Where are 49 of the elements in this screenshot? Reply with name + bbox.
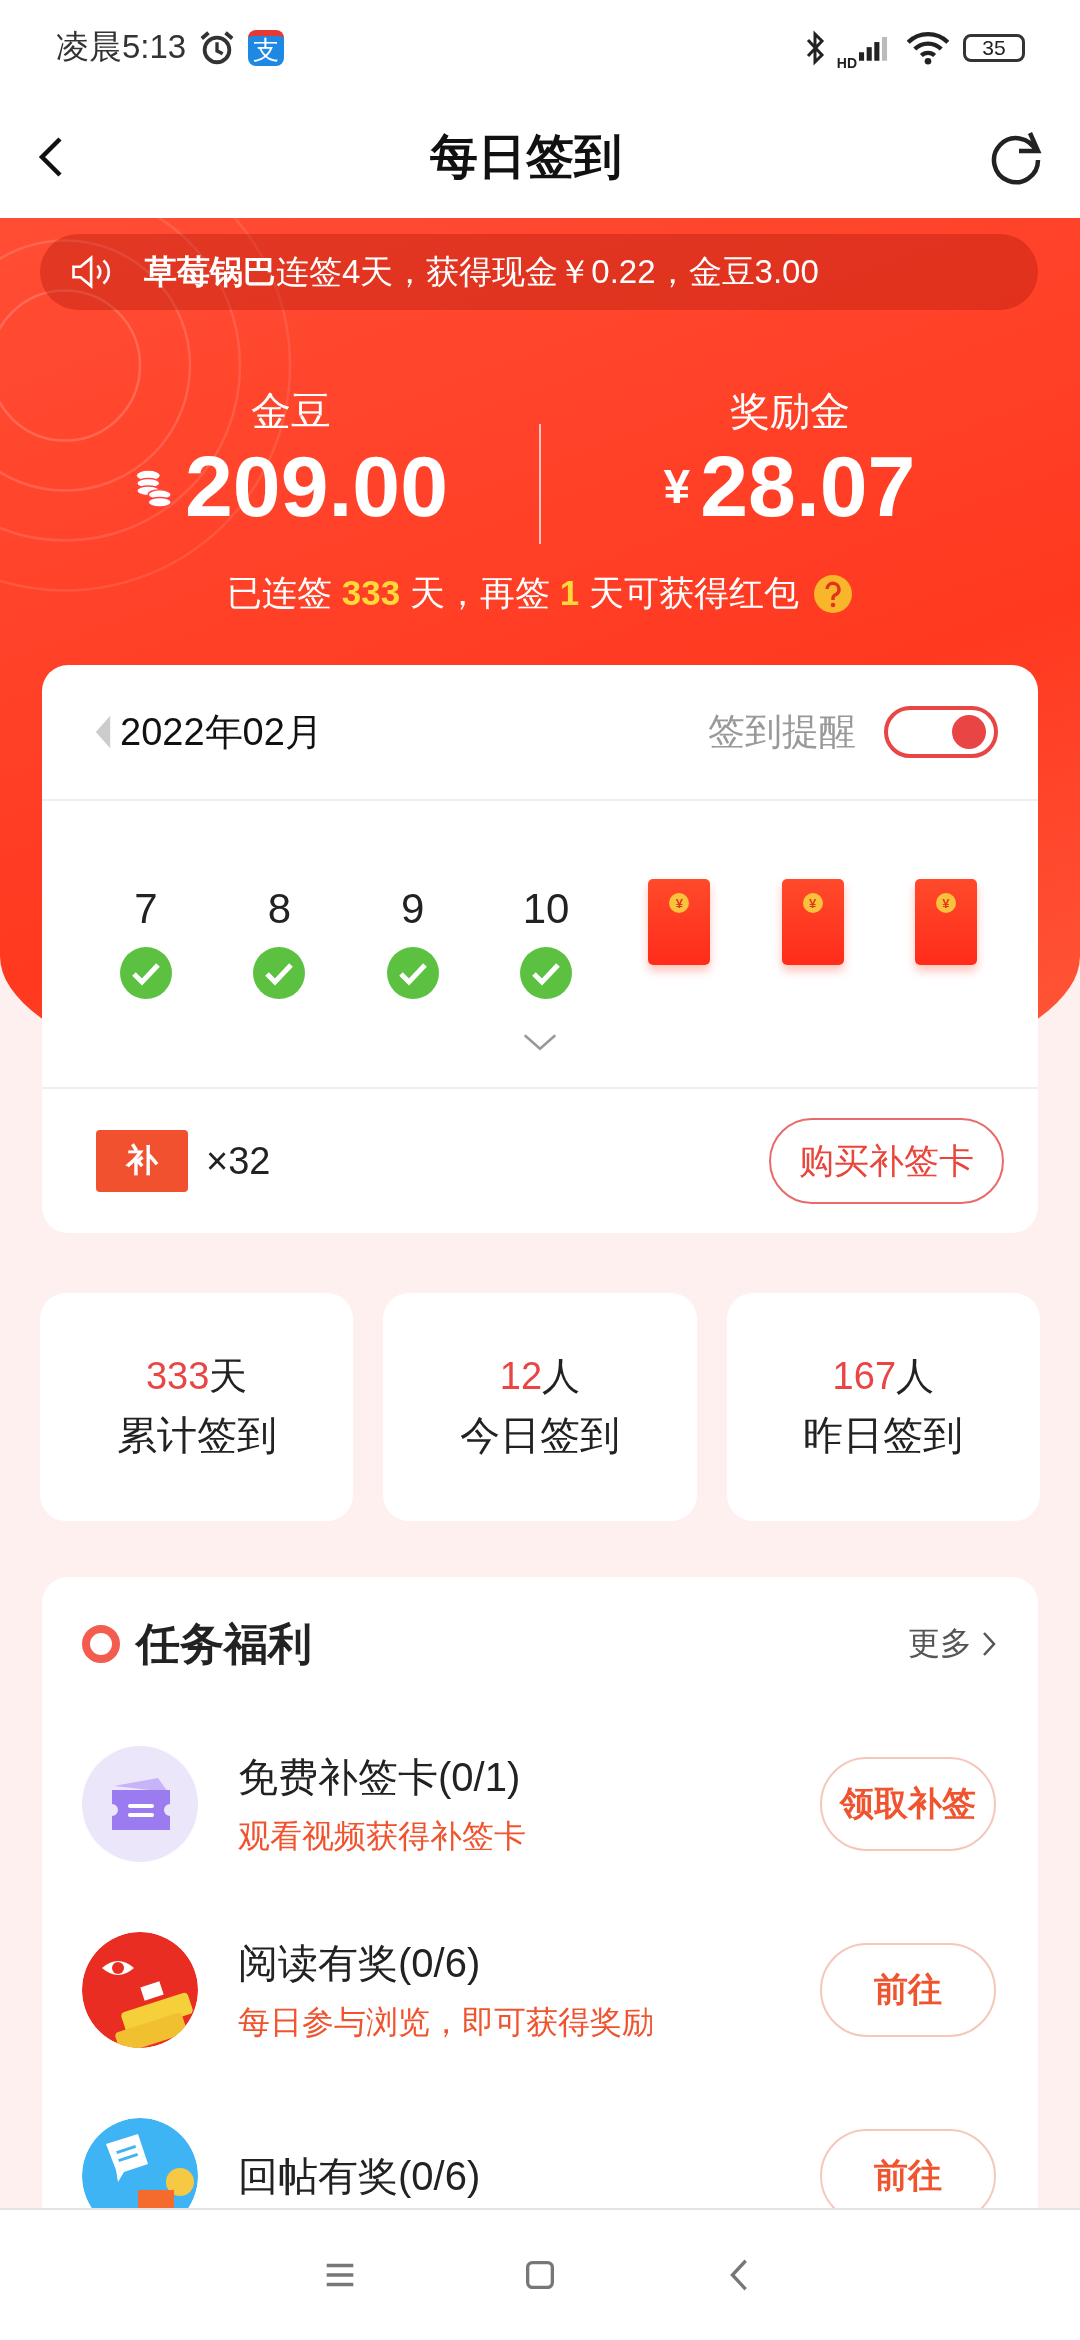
envelope-icon: ¥ (914, 879, 977, 965)
buy-makeup-card-button[interactable]: 购买补签卡 (769, 1118, 1004, 1204)
month-label: 2022年02月 (120, 709, 323, 755)
makeup-card-count: ×32 (206, 1139, 271, 1183)
stat-label: 昨日签到 (803, 1412, 964, 1459)
streak-text: 已连签 333 天，再签 1 天可获得红包 (227, 572, 799, 614)
ring-icon (82, 1625, 120, 1663)
stat-value: 167人 (832, 1354, 934, 1399)
wifi-icon (905, 30, 951, 65)
ticker-text: 草莓锅巴连签4天，获得现金￥0.22，金豆3.00 (144, 251, 819, 292)
reminder-toggle[interactable] (884, 706, 998, 758)
page-title: 每日签到 (430, 128, 622, 185)
envelope-icon: ¥ (648, 879, 711, 965)
section-title: 任务福利 (136, 1617, 312, 1670)
chevron-right-icon[interactable] (982, 1631, 996, 1657)
day-number: 10 (522, 885, 570, 933)
task-action-button[interactable]: 前往 (820, 1943, 996, 2037)
day-number: 7 (134, 885, 158, 933)
bluetooth-icon (804, 29, 825, 66)
day-number: 9 (400, 885, 425, 933)
stat-label: 累计签到 (116, 1412, 277, 1459)
status-time: 凌晨5:13 (56, 27, 187, 67)
more-link[interactable]: 更多 (908, 1622, 972, 1666)
stat-value: 333天 (145, 1354, 248, 1399)
task-description: 每日参与浏览，即可获得奖励 (238, 2002, 655, 2042)
task-action-button[interactable]: 领取补签 (820, 1757, 996, 1851)
help-icon[interactable] (812, 573, 853, 614)
reminder-label: 签到提醒 (708, 710, 856, 754)
battery-indicator: 35 (963, 33, 1025, 62)
stat-label: 今日签到 (460, 1412, 620, 1459)
task-title: 免费补签卡(0/1) (238, 1753, 522, 1801)
app-icon: 支 (248, 29, 285, 66)
balance-value: 209.00 (184, 439, 448, 534)
balance-label: 奖励金 (729, 388, 850, 436)
network-label: HD (836, 54, 857, 71)
balance-value: 28.07 (700, 439, 916, 534)
task-title: 阅读有奖(0/6) (238, 1939, 482, 1987)
task-action-button[interactable]: 前往 (820, 2129, 996, 2208)
ticket-icon (82, 1746, 198, 1862)
stat-value: 12人 (499, 1354, 581, 1399)
envelope-icon: ¥ (781, 879, 844, 965)
currency-sign: ¥ (663, 459, 691, 514)
day-number: 8 (267, 885, 291, 933)
makeup-card-icon: 补 (96, 1130, 188, 1192)
task-title: 回帖有奖(0/6) (238, 2152, 482, 2200)
expand-icon[interactable] (523, 1033, 557, 1051)
task-description: 观看视频获得补签卡 (238, 1816, 527, 1856)
balance-label: 金豆 (250, 388, 331, 436)
books-icon (82, 1932, 198, 2048)
